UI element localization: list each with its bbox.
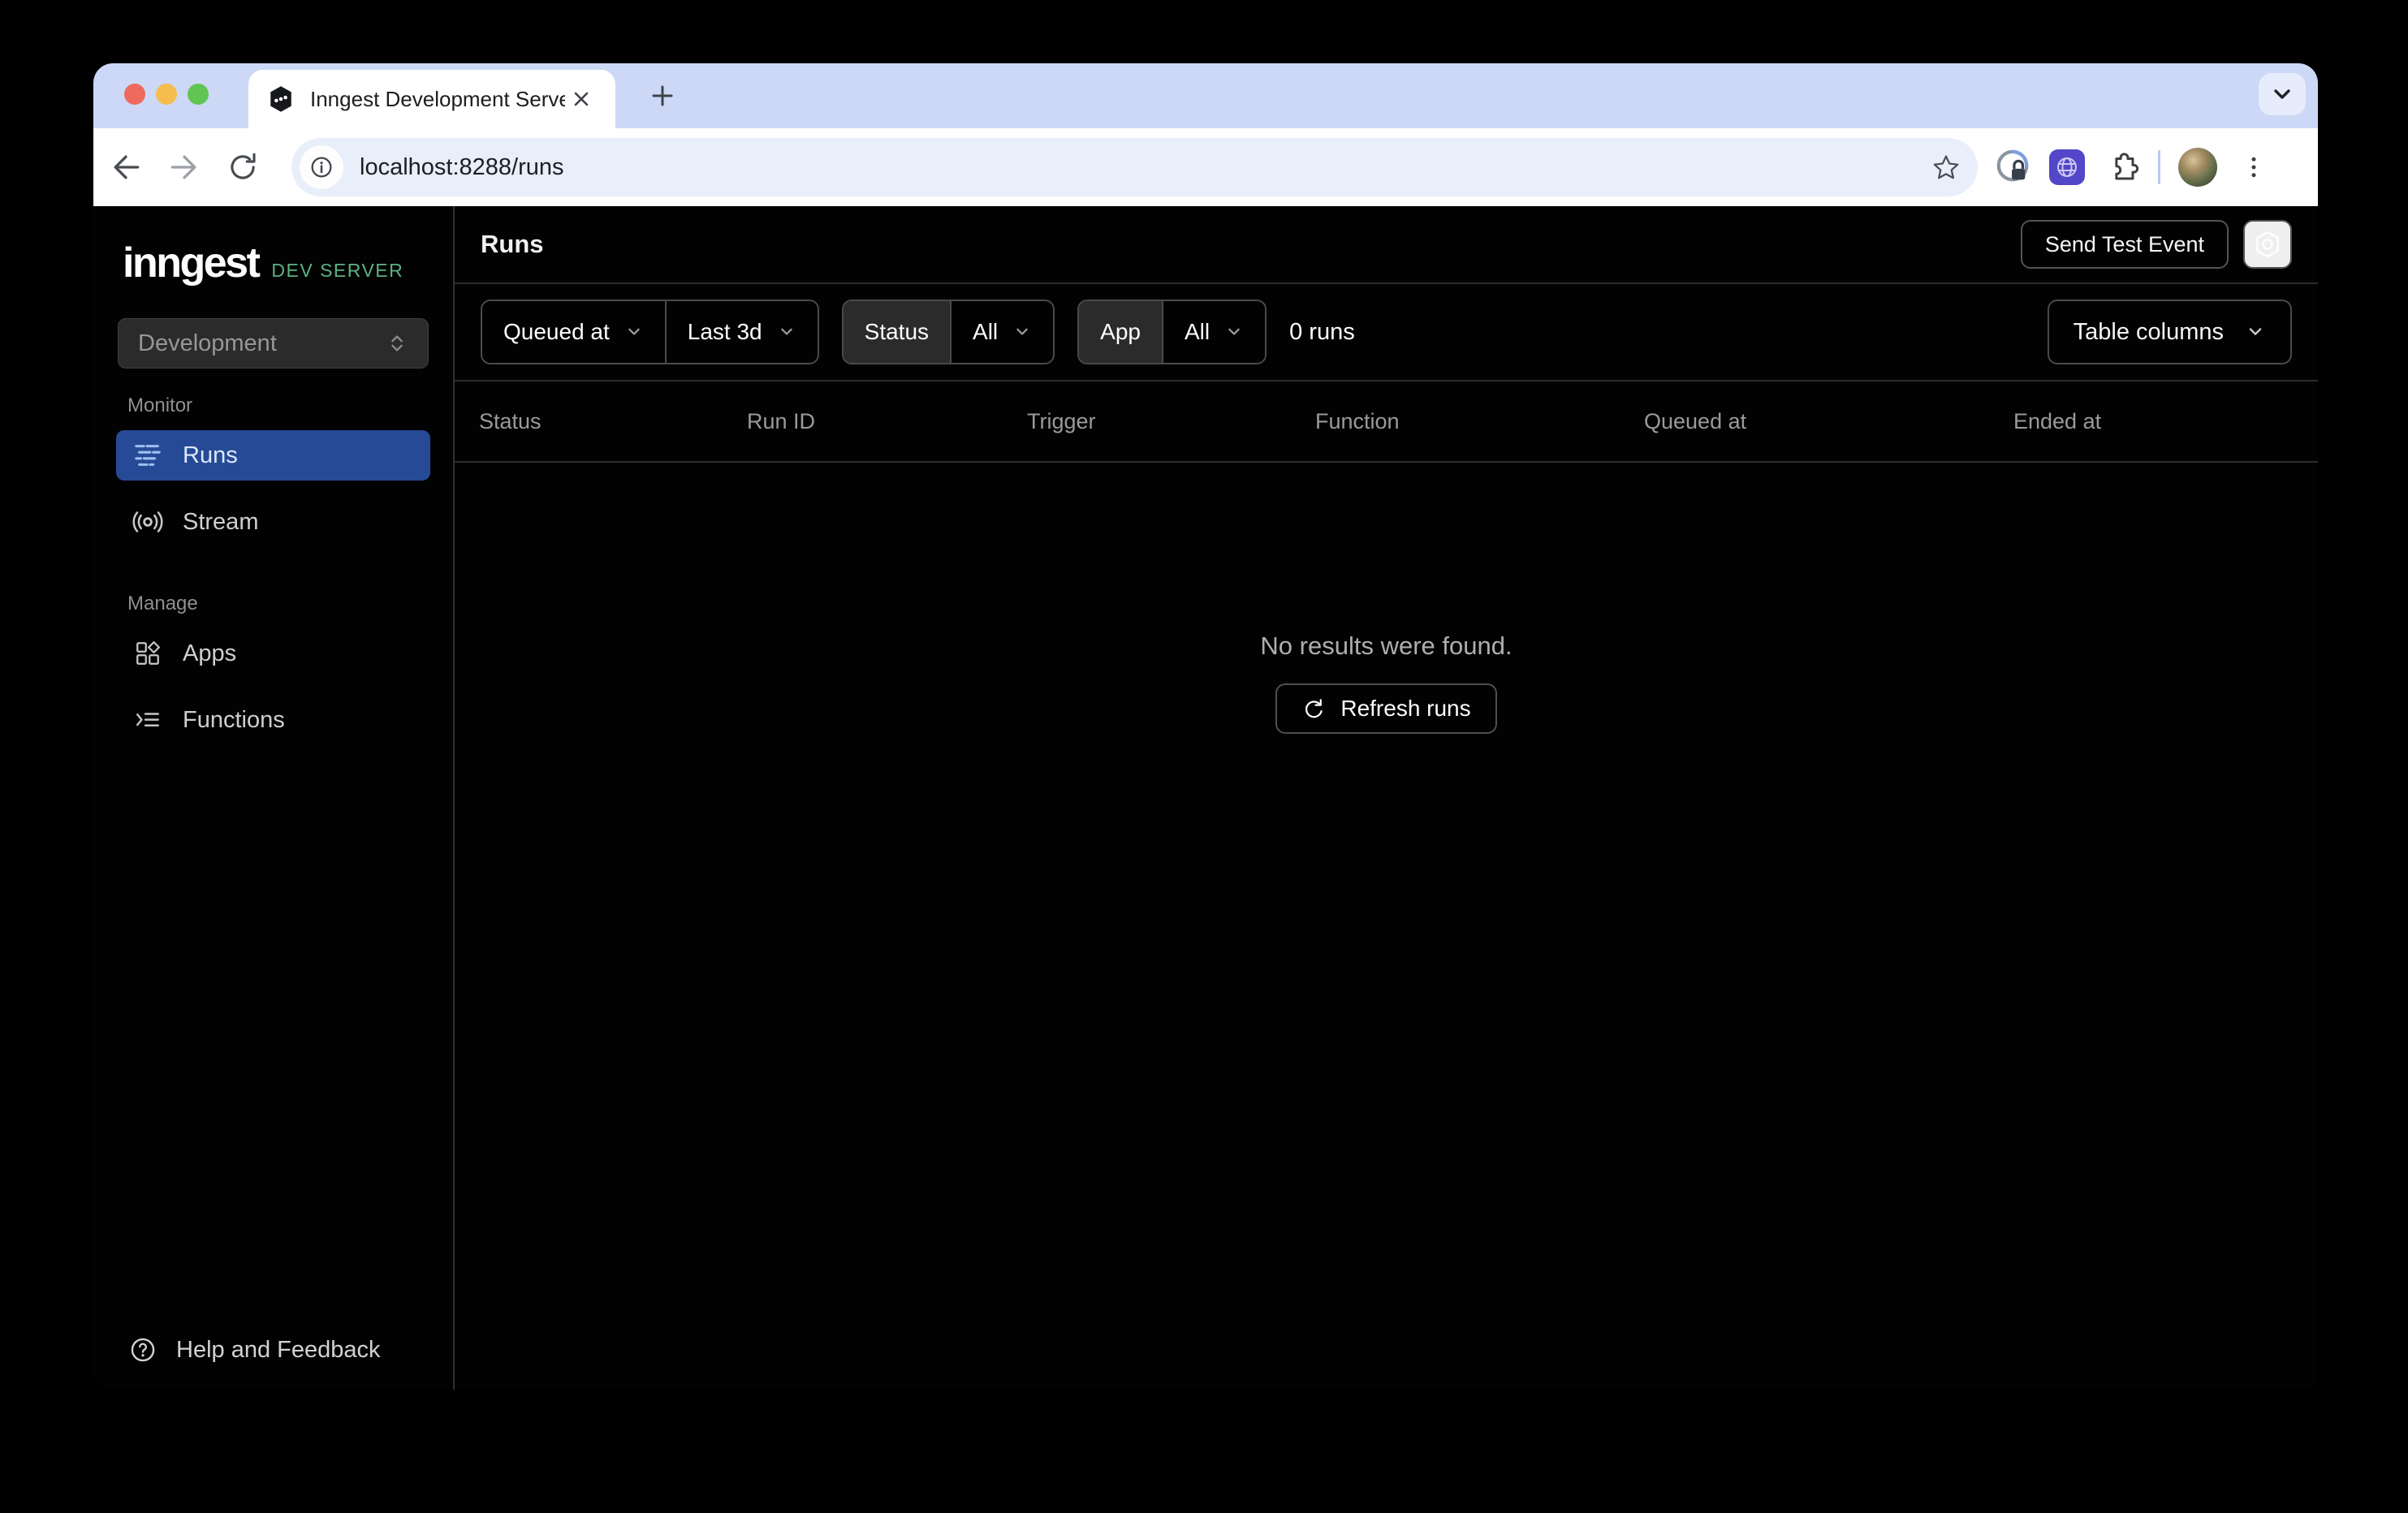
password-manager-icon[interactable] bbox=[1994, 149, 2031, 186]
tab-title: Inngest Development Server bbox=[310, 86, 565, 111]
refresh-icon bbox=[1301, 696, 1326, 721]
back-button[interactable] bbox=[106, 148, 145, 187]
column-header-run-id: Run ID bbox=[747, 408, 816, 433]
zoom-window-button[interactable] bbox=[188, 84, 209, 105]
browser-toolbar: localhost:8288/runs bbox=[93, 128, 2318, 206]
time-range-dropdown[interactable]: Last 3d bbox=[664, 301, 818, 363]
filter-bar: Queued at Last 3d Status All App All 0 r… bbox=[455, 284, 2318, 381]
environment-select-value: Development bbox=[138, 330, 277, 356]
sidebar-item-label: Apps bbox=[183, 640, 237, 666]
sidebar-section-manage: Manage bbox=[127, 593, 198, 614]
runs-count: 0 runs bbox=[1289, 318, 1355, 345]
url-bar[interactable]: localhost:8288/runs bbox=[291, 138, 1978, 196]
time-field-value: Queued at bbox=[503, 319, 610, 344]
minimize-window-button[interactable] bbox=[156, 84, 177, 105]
window-controls bbox=[124, 84, 209, 105]
sidebar-item-runs[interactable]: Runs bbox=[116, 430, 430, 481]
refresh-runs-button[interactable]: Refresh runs bbox=[1275, 683, 1497, 734]
app-filter-dropdown[interactable]: All bbox=[1161, 301, 1265, 363]
app-label-text: App bbox=[1100, 319, 1141, 344]
environment-select[interactable]: Development bbox=[118, 318, 429, 369]
column-header-queued-at: Queued at bbox=[1644, 408, 1747, 433]
chevron-updown-icon bbox=[386, 332, 408, 355]
forward-button[interactable] bbox=[165, 148, 204, 187]
tab-favicon-icon bbox=[266, 84, 296, 114]
dev-server-badge: DEV SERVER bbox=[271, 260, 404, 281]
inngest-app: inngest DEV SERVER Development Monitor R… bbox=[93, 206, 2318, 1390]
tab-search-button[interactable] bbox=[2259, 73, 2306, 115]
help-and-feedback[interactable]: Help and Feedback bbox=[116, 1334, 430, 1365]
profile-avatar[interactable] bbox=[2178, 148, 2217, 187]
table-columns-label: Table columns bbox=[2073, 318, 2224, 345]
refresh-runs-label: Refresh runs bbox=[1340, 696, 1471, 721]
status-filter-dropdown[interactable]: All bbox=[950, 301, 1053, 363]
main-panel: Runs Send Test Event Queued at Last 3d S… bbox=[455, 206, 2318, 1390]
page-title: Runs bbox=[481, 230, 544, 258]
chevron-down-icon bbox=[624, 322, 644, 342]
sidebar-item-stream[interactable]: Stream bbox=[116, 497, 430, 547]
bookmark-star-icon[interactable] bbox=[1931, 152, 1961, 183]
new-tab-button[interactable] bbox=[644, 77, 681, 114]
toolbar-separator bbox=[2158, 150, 2160, 184]
browser-window: Inngest Development Server localhost:828… bbox=[93, 63, 2318, 1390]
browser-menu-icon[interactable] bbox=[2235, 149, 2272, 186]
runs-icon bbox=[132, 440, 163, 471]
settings-button[interactable] bbox=[2243, 220, 2292, 269]
empty-state: No results were found. Refresh runs bbox=[455, 463, 2318, 1390]
send-test-event-button[interactable]: Send Test Event bbox=[2020, 220, 2229, 269]
site-info-icon[interactable] bbox=[300, 145, 343, 189]
toolbar-extensions bbox=[1994, 148, 2305, 187]
status-filter-value: All bbox=[973, 319, 999, 344]
inngest-logo: inngest bbox=[123, 239, 261, 287]
tab-close-icon[interactable] bbox=[565, 83, 598, 115]
sidebar: inngest DEV SERVER Development Monitor R… bbox=[93, 206, 455, 1390]
extensions-puzzle-icon[interactable] bbox=[2103, 149, 2140, 186]
status-filter-group: Status All bbox=[841, 300, 1055, 364]
time-filter-group: Queued at Last 3d bbox=[481, 300, 819, 364]
help-label: Help and Feedback bbox=[176, 1336, 381, 1363]
column-header-status: Status bbox=[479, 408, 542, 433]
close-window-button[interactable] bbox=[124, 84, 145, 105]
time-field-dropdown[interactable]: Queued at bbox=[482, 301, 665, 363]
status-filter-label: Status bbox=[843, 301, 951, 363]
tab-strip: Inngest Development Server bbox=[93, 63, 2318, 128]
chevron-down-icon bbox=[1224, 322, 1244, 342]
table-columns-button[interactable]: Table columns bbox=[2047, 300, 2292, 364]
stream-icon bbox=[132, 506, 163, 537]
sidebar-item-label: Stream bbox=[183, 508, 259, 535]
app-filter-label: App bbox=[1079, 301, 1162, 363]
functions-icon bbox=[132, 705, 163, 735]
page-header: Runs Send Test Event bbox=[455, 206, 2318, 284]
column-header-trigger: Trigger bbox=[1027, 408, 1096, 433]
sidebar-item-label: Runs bbox=[183, 442, 238, 468]
apps-icon bbox=[132, 638, 163, 669]
browser-tab[interactable]: Inngest Development Server bbox=[248, 70, 615, 128]
column-header-ended-at: Ended at bbox=[2013, 408, 2102, 433]
extension-globe-icon[interactable] bbox=[2049, 149, 2085, 185]
chevron-down-icon bbox=[1012, 322, 1032, 342]
logo: inngest DEV SERVER bbox=[116, 234, 430, 287]
reload-button[interactable] bbox=[223, 148, 262, 187]
app-filter-group: App All bbox=[1077, 300, 1267, 364]
send-test-event-label: Send Test Event bbox=[2044, 231, 2204, 256]
chevron-down-icon bbox=[777, 322, 796, 342]
empty-state-message: No results were found. bbox=[1260, 631, 1513, 660]
chevron-down-icon bbox=[2245, 321, 2266, 343]
sidebar-item-functions[interactable]: Functions bbox=[116, 695, 430, 745]
gear-icon bbox=[2252, 229, 2283, 260]
url-text[interactable]: localhost:8288/runs bbox=[360, 154, 1931, 181]
sidebar-section-monitor: Monitor bbox=[127, 394, 193, 416]
help-icon bbox=[127, 1334, 158, 1365]
time-range-value: Last 3d bbox=[687, 319, 762, 344]
table-header-row: Status Run ID Trigger Function Queued at… bbox=[455, 381, 2318, 463]
app-filter-value: All bbox=[1184, 319, 1210, 344]
sidebar-item-label: Functions bbox=[183, 706, 285, 733]
status-label-text: Status bbox=[864, 319, 930, 344]
sidebar-item-apps[interactable]: Apps bbox=[116, 628, 430, 679]
column-header-function: Function bbox=[1315, 408, 1400, 433]
